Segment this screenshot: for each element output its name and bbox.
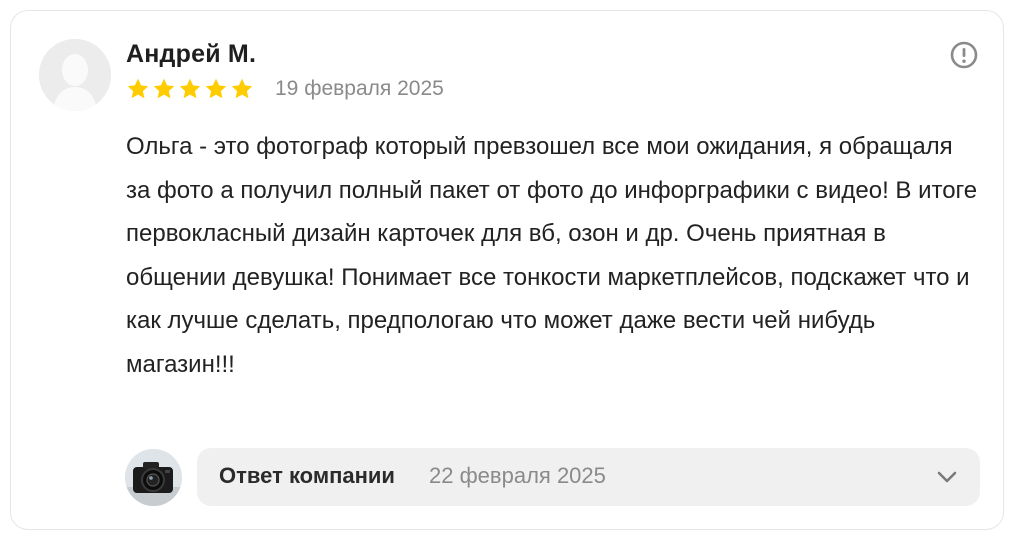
company-reply-label: Ответ компании [219, 463, 395, 488]
camera-photo-avatar [125, 449, 182, 506]
company-avatar[interactable] [125, 449, 182, 506]
star-icon [127, 78, 149, 99]
review-author-name[interactable]: Андрей М. [126, 40, 256, 69]
user-avatar[interactable] [39, 39, 111, 111]
star-icon [231, 78, 253, 99]
review-card: Андрей М. 19 февраля 2025 Ольга - это фо… [10, 10, 1004, 530]
user-silhouette-icon [39, 39, 111, 111]
chevron-down-icon[interactable] [935, 467, 959, 487]
company-reply-date: 22 февраля 2025 [429, 463, 606, 488]
review-date: 19 февраля 2025 [275, 77, 444, 100]
company-reply-toggle[interactable]: Ответ компании 22 февраля 2025 [197, 448, 980, 506]
star-icon [179, 78, 201, 99]
star-icon [205, 78, 227, 99]
review-text: Ольга - это фотограф который превзошел в… [126, 133, 978, 378]
exclamation-circle-icon[interactable] [949, 40, 979, 70]
star-icon [153, 78, 175, 99]
rating-stars [126, 77, 254, 101]
